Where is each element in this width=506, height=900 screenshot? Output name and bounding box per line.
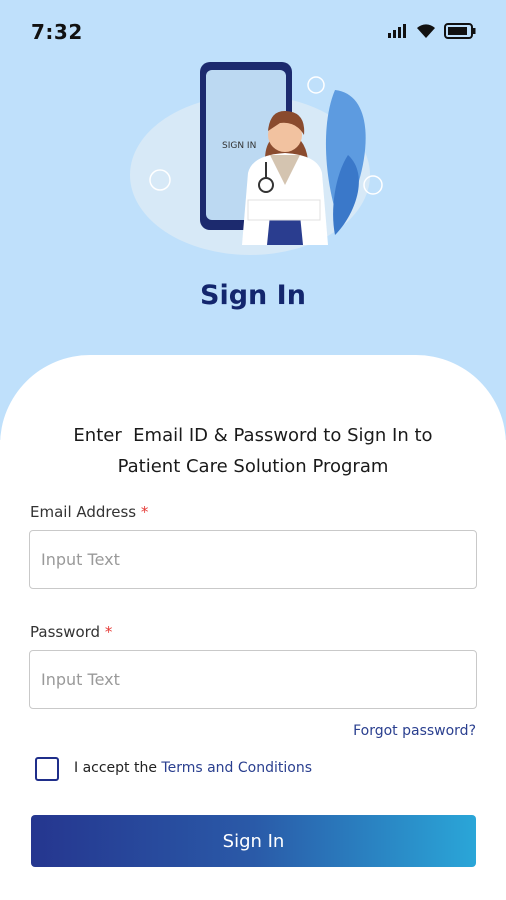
terms-checkbox[interactable] [35,757,59,781]
email-label-text: Email Address [30,503,137,521]
intro-text: Enter Email ID & Password to Sign In to … [0,420,506,482]
terms-link[interactable]: Terms and Conditions [161,760,312,776]
signal-icon [388,24,406,38]
email-required-mark: * [140,503,149,521]
terms-text: I accept the Terms and Conditions [74,760,312,776]
email-label: Email Address * [30,503,148,521]
intro-line-2: Patient Care Solution Program [117,456,389,477]
password-required-mark: * [104,623,113,641]
wifi-icon [417,24,435,38]
intro-line-1: Enter Email ID & Password to Sign In to [73,425,433,446]
status-bar: 7:32 [0,0,506,60]
password-field[interactable] [29,650,477,709]
doctor-illustration: SIGN IN [130,62,383,255]
status-time: 7:32 [31,20,83,44]
sign-in-button[interactable]: Sign In [31,815,476,867]
battery-icon [444,23,476,39]
illustration-signin-text: SIGN IN [222,141,256,151]
password-label-text: Password [30,623,101,641]
terms-prefix: I accept the [74,760,157,776]
page-title: Sign In [200,280,306,311]
password-label: Password * [30,623,112,641]
email-field[interactable] [29,530,477,589]
status-icons [388,23,476,39]
forgot-password-link[interactable]: Forgot password? [353,723,476,739]
